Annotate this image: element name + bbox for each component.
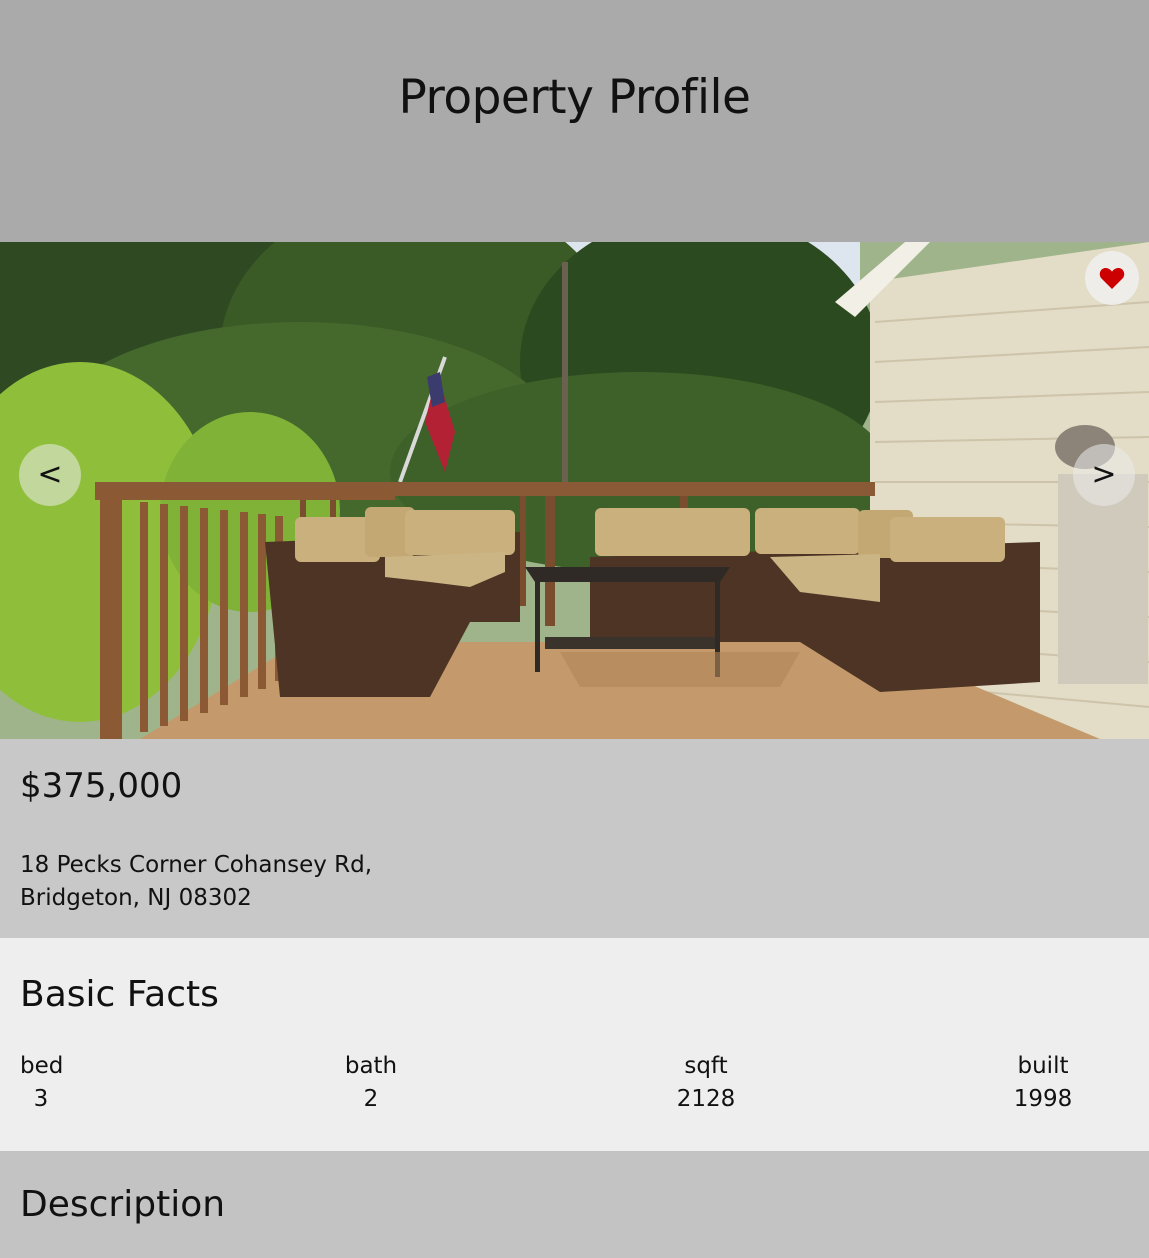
fact-label: sqft xyxy=(684,1053,728,1079)
address-line-2: Bridgeton, NJ 08302 xyxy=(20,885,252,911)
fact-value: 3 xyxy=(33,1086,49,1112)
description-heading: Description xyxy=(20,1184,226,1225)
property-photo xyxy=(0,242,1149,739)
fact-bath: bath 2 xyxy=(344,1050,398,1116)
fact-label: bed xyxy=(20,1053,64,1079)
fact-value: 2128 xyxy=(676,1086,736,1112)
basic-facts-section: Basic Facts bed 3 bath 2 sqft 2128 built… xyxy=(0,938,1149,1151)
description-section: Description xyxy=(0,1151,1149,1258)
fact-value: 2 xyxy=(363,1086,379,1112)
address-line-1: 18 Pecks Corner Cohansey Rd, xyxy=(20,852,373,878)
basic-facts-heading: Basic Facts xyxy=(20,974,219,1015)
fact-value: 1998 xyxy=(1013,1086,1073,1112)
fact-label: bath xyxy=(344,1053,398,1079)
fact-built: built 1998 xyxy=(1012,1050,1074,1116)
listing-summary: $375,000 18 Pecks Corner Cohansey Rd, Br… xyxy=(0,739,1149,938)
fact-label: built xyxy=(1017,1053,1069,1079)
gallery-next-button[interactable]: > xyxy=(1073,444,1135,506)
photo-gallery[interactable]: < > xyxy=(0,242,1149,739)
page-header: Property Profile xyxy=(0,0,1149,242)
listing-address: 18 Pecks Corner Cohansey Rd, Bridgeton, … xyxy=(20,849,372,915)
heart-icon xyxy=(1099,267,1125,289)
favorite-button[interactable] xyxy=(1085,251,1139,305)
page-title: Property Profile xyxy=(398,70,751,125)
fact-sqft: sqft 2128 xyxy=(672,1050,740,1116)
fact-bed: bed 3 xyxy=(20,1050,64,1116)
listing-price: $375,000 xyxy=(20,766,183,806)
gallery-prev-button[interactable]: < xyxy=(19,444,81,506)
